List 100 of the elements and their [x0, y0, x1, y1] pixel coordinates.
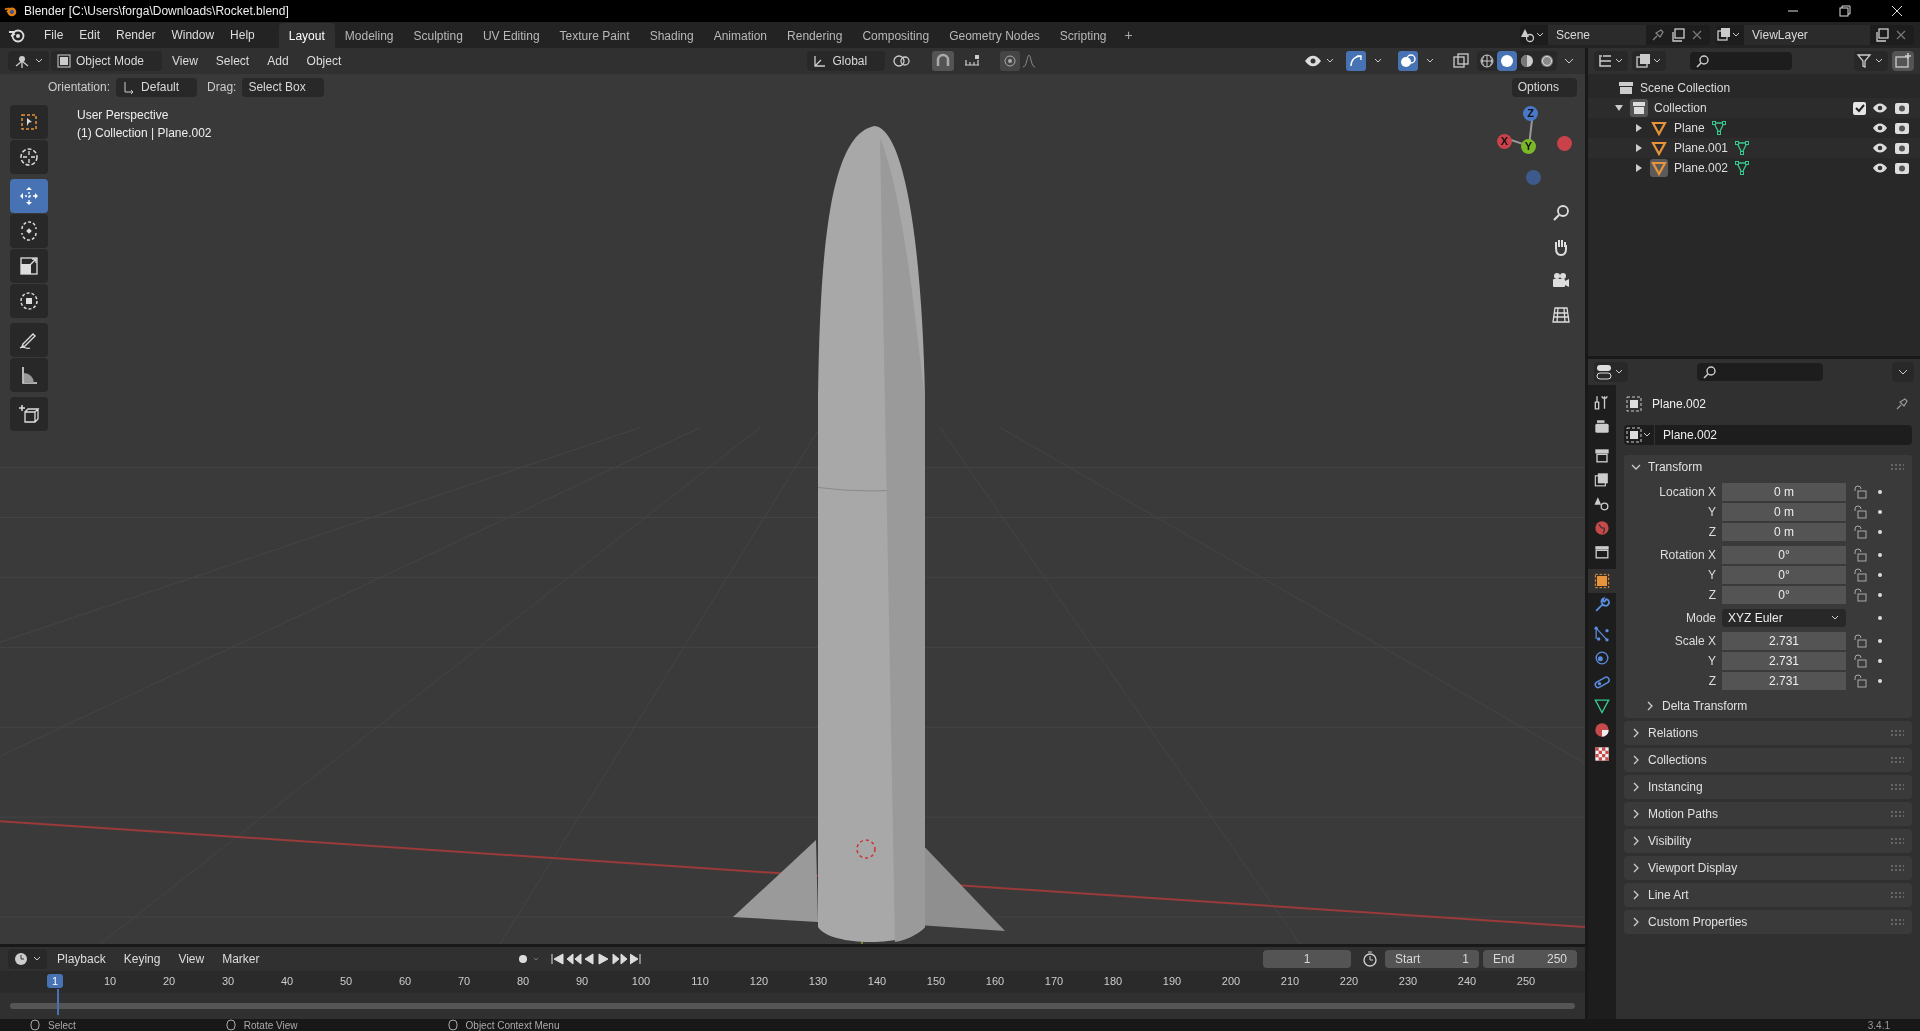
- mesh-object-icon[interactable]: [1650, 139, 1668, 157]
- camera-icon[interactable]: [1894, 101, 1910, 115]
- keyframe-dot[interactable]: [1878, 509, 1882, 514]
- search-field[interactable]: [1697, 363, 1823, 381]
- workspace-tab[interactable]: Sculpting: [403, 23, 473, 48]
- search-field[interactable]: [1690, 52, 1792, 70]
- blender-logo-icon[interactable]: [8, 27, 26, 43]
- number-field[interactable]: 0 m: [1722, 502, 1846, 521]
- keyframe-dot[interactable]: [1878, 489, 1882, 494]
- mode-dropdown[interactable]: Object Mode: [51, 51, 163, 71]
- keyframe-dot[interactable]: [1878, 638, 1882, 643]
- scrollbar[interactable]: [10, 1003, 1575, 1009]
- panel-title[interactable]: Relations: [1648, 726, 1699, 740]
- menu-item[interactable]: File: [36, 25, 72, 45]
- mesh-object-icon[interactable]: [1650, 159, 1668, 177]
- mesh-data-icon[interactable]: [1734, 140, 1751, 156]
- menu-item[interactable]: Marker: [214, 949, 268, 969]
- number-field[interactable]: 2.731: [1722, 671, 1846, 690]
- measure-tool-button[interactable]: [10, 358, 48, 392]
- panel-title[interactable]: Motion Paths: [1648, 807, 1719, 821]
- workspace-tab[interactable]: Rendering: [777, 23, 853, 48]
- expand-arrow-icon[interactable]: [1614, 103, 1624, 113]
- outliner-item[interactable]: Plane.001: [1674, 141, 1729, 155]
- scale-tool-button[interactable]: [10, 249, 48, 283]
- drag-handle-icon[interactable]: [1890, 757, 1904, 763]
- menu-item[interactable]: Edit: [71, 25, 109, 45]
- menu-item[interactable]: Keying: [115, 949, 169, 969]
- shading-wireframe-button[interactable]: [1477, 51, 1497, 71]
- mesh-data-icon[interactable]: [1734, 160, 1751, 176]
- scene-selector[interactable]: Scene: [1520, 25, 1710, 45]
- menu-item[interactable]: Help: [222, 25, 263, 45]
- shading-solid-button[interactable]: [1497, 51, 1517, 71]
- scene-name-field[interactable]: Scene: [1548, 25, 1646, 45]
- outliner-item[interactable]: Collection: [1654, 101, 1707, 115]
- view-layer-icon[interactable]: [1632, 51, 1666, 71]
- eye-icon[interactable]: [1872, 121, 1888, 135]
- drag-handle-icon[interactable]: [1890, 838, 1904, 844]
- transform-orientation-dropdown[interactable]: Global: [807, 51, 886, 71]
- workspace-tab[interactable]: Modeling: [334, 23, 404, 48]
- lock-icon[interactable]: [1852, 567, 1868, 582]
- keyframe-dot[interactable]: [1878, 615, 1882, 620]
- panel-title[interactable]: Transform: [1648, 460, 1703, 474]
- transform-tool-button[interactable]: [10, 284, 48, 318]
- number-field[interactable]: 0°: [1722, 565, 1846, 584]
- drag-handle-icon[interactable]: [1890, 811, 1904, 817]
- number-field[interactable]: 0 m: [1722, 482, 1846, 501]
- lock-icon[interactable]: [1852, 524, 1868, 539]
- mesh-data-icon[interactable]: [1710, 120, 1727, 136]
- add-cube-tool-button[interactable]: [10, 397, 48, 431]
- rotate-tool-button[interactable]: [10, 214, 48, 248]
- workspace-tab[interactable]: Geometry Nodes: [939, 23, 1050, 48]
- menu-item[interactable]: Window: [163, 25, 223, 45]
- workspace-tab[interactable]: Layout: [278, 23, 335, 48]
- keyframe-dot[interactable]: [1878, 529, 1882, 534]
- camera-icon[interactable]: [1894, 161, 1910, 175]
- object-name-field[interactable]: Plane.002: [1655, 428, 1718, 442]
- menu-item[interactable]: View: [170, 949, 213, 969]
- keyframe-dot[interactable]: [1878, 592, 1882, 597]
- keyframe-dot[interactable]: [1878, 658, 1882, 663]
- playhead-frame[interactable]: 1: [47, 974, 64, 988]
- include-checkbox[interactable]: [1853, 101, 1866, 115]
- menu-item[interactable]: Playback: [49, 949, 114, 969]
- eye-icon[interactable]: [1872, 101, 1888, 115]
- add-workspace-button[interactable]: +: [1116, 22, 1141, 48]
- number-field[interactable]: 0 m: [1722, 522, 1846, 541]
- close-icon[interactable]: [1690, 28, 1704, 42]
- workspace-tab[interactable]: Shading: [639, 23, 704, 48]
- eye-icon[interactable]: [1872, 161, 1888, 175]
- panel-title[interactable]: Visibility: [1648, 834, 1692, 848]
- view-layer-selector[interactable]: ViewLayer: [1716, 25, 1914, 45]
- number-field[interactable]: 2.731: [1722, 651, 1846, 670]
- end-frame-field[interactable]: End 250: [1483, 950, 1577, 968]
- editor-type-button[interactable]: [8, 949, 47, 969]
- outliner-item[interactable]: Plane: [1674, 121, 1705, 135]
- panel-title[interactable]: Delta Transform: [1662, 699, 1748, 713]
- copy-icon[interactable]: [1874, 27, 1890, 43]
- select-tool-button[interactable]: [10, 105, 48, 139]
- lock-icon[interactable]: [1852, 653, 1868, 668]
- panel-title[interactable]: Instancing: [1648, 780, 1703, 794]
- cursor-tool-button[interactable]: [10, 140, 48, 174]
- copy-icon[interactable]: [1670, 27, 1686, 43]
- xray-icon[interactable]: [1450, 51, 1472, 71]
- camera-icon[interactable]: [1894, 121, 1910, 135]
- display-mode-icon[interactable]: [1594, 51, 1628, 71]
- workspace-tab[interactable]: Animation: [703, 23, 778, 48]
- menu-item[interactable]: Select: [207, 51, 258, 71]
- view-layer-name-field[interactable]: ViewLayer: [1744, 25, 1870, 45]
- mesh-object-icon[interactable]: [1650, 119, 1668, 137]
- number-field[interactable]: 0°: [1722, 585, 1846, 604]
- object-properties-tab[interactable]: [1588, 569, 1616, 593]
- camera-icon[interactable]: [1894, 141, 1910, 155]
- lock-icon[interactable]: [1852, 673, 1868, 688]
- drag-handle-icon[interactable]: [1890, 919, 1904, 925]
- close-icon[interactable]: [1894, 28, 1908, 42]
- workspace-tab[interactable]: Compositing: [852, 23, 940, 48]
- editor-type-icon[interactable]: [1594, 362, 1628, 382]
- menu-item[interactable]: Object: [298, 51, 350, 71]
- number-field[interactable]: 2.731: [1722, 631, 1846, 650]
- current-frame-field[interactable]: 1: [1263, 950, 1351, 968]
- keyframe-dot[interactable]: [1878, 552, 1882, 557]
